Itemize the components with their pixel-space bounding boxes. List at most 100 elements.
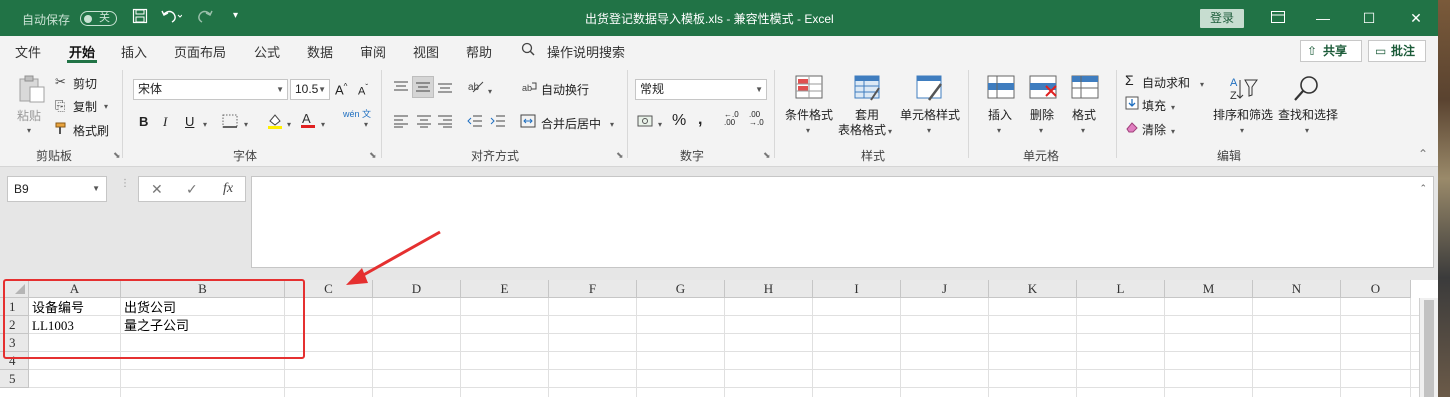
comments-button[interactable]: ▭ 批注 (1368, 40, 1426, 62)
tab-view[interactable]: 视图 (413, 42, 439, 61)
align-right-icon[interactable] (437, 114, 453, 131)
column-header-k[interactable]: K (989, 280, 1077, 298)
format-dropdown-icon[interactable]: ▾ (1081, 122, 1085, 136)
column-header-g[interactable]: G (637, 280, 725, 298)
cell-styles-button[interactable]: 单元格样式 (900, 106, 960, 123)
tab-review[interactable]: 审阅 (360, 42, 386, 61)
format-as-table-dropdown-icon[interactable]: ▾ (888, 123, 892, 137)
tab-formulas[interactable]: 公式 (254, 42, 280, 61)
orientation-icon[interactable]: ab (467, 78, 485, 97)
formula-bar-handle-icon[interactable]: ⋮ (120, 179, 130, 189)
fill-color-dropdown-icon[interactable]: ▾ (287, 116, 291, 130)
fill-color-icon[interactable] (266, 112, 284, 133)
font-name-combo[interactable]: 宋体 ▼ (133, 79, 288, 100)
comma-style-icon[interactable]: , (698, 111, 702, 129)
number-launcher-icon[interactable]: ⬊ (763, 150, 771, 161)
accounting-format-icon[interactable] (637, 114, 653, 131)
align-center-icon[interactable] (416, 114, 432, 131)
tab-insert[interactable]: 插入 (121, 42, 147, 61)
decrease-font-size-icon[interactable]: Aˇ (358, 83, 368, 98)
increase-indent-icon[interactable] (490, 114, 506, 131)
format-as-table-line2[interactable]: 表格格式 (838, 121, 886, 138)
align-left-icon[interactable] (393, 114, 409, 131)
column-header-i[interactable]: I (813, 280, 901, 298)
confirm-entry-icon[interactable]: ✓ (186, 181, 198, 198)
alignment-launcher-icon[interactable]: ⬊ (616, 150, 624, 161)
borders-dropdown-icon[interactable]: ▾ (244, 116, 248, 130)
underline-dropdown-icon[interactable]: ▾ (203, 116, 207, 130)
customize-qat-icon[interactable]: ▾ (233, 10, 238, 30)
increase-decimal-icon[interactable]: ←.0.00 (724, 111, 739, 127)
column-header-f[interactable]: F (549, 280, 637, 298)
sort-filter-button[interactable]: 排序和筛选 (1213, 106, 1273, 123)
phonetic-dropdown-icon[interactable]: ▾ (364, 116, 368, 130)
autosum-dropdown-icon[interactable]: ▾ (1200, 76, 1204, 90)
cell-styles-dropdown-icon[interactable]: ▾ (927, 122, 931, 136)
font-color-icon[interactable]: A (299, 110, 317, 133)
row-header-5[interactable]: 5 (0, 370, 29, 388)
conditional-dropdown-icon[interactable]: ▾ (806, 122, 810, 136)
underline-button[interactable]: U (185, 114, 194, 129)
insert-cells-button[interactable]: 插入 (988, 106, 1012, 123)
column-header-h[interactable]: H (725, 280, 813, 298)
tab-home[interactable]: 开始 (69, 42, 95, 61)
column-header-n[interactable]: N (1253, 280, 1341, 298)
wrap-text-button[interactable]: 自动换行 (541, 81, 589, 98)
tab-file[interactable]: 文件 (15, 42, 41, 61)
find-dropdown-icon[interactable]: ▾ (1305, 122, 1309, 136)
font-launcher-icon[interactable]: ⬊ (369, 150, 377, 161)
collapse-formula-bar-icon[interactable]: ⌃ (1419, 183, 1427, 194)
fill-button[interactable]: 填充 (1142, 97, 1166, 114)
autosave-toggle[interactable]: 关 (80, 11, 117, 26)
number-format-combo[interactable]: 常规 ▼ (635, 79, 767, 100)
undo-icon[interactable] (160, 8, 183, 28)
name-box[interactable]: B9 ▼ (7, 176, 107, 202)
login-button[interactable]: 登录 (1200, 9, 1244, 28)
maximize-icon[interactable]: ☐ (1359, 8, 1379, 28)
tell-me-search[interactable]: 操作说明搜索 (547, 42, 625, 61)
share-button[interactable]: ⇧ 共享 (1300, 40, 1362, 62)
vertical-scrollbar[interactable] (1419, 298, 1438, 397)
delete-dropdown-icon[interactable]: ▾ (1039, 122, 1043, 136)
accounting-dropdown-icon[interactable]: ▾ (658, 116, 662, 130)
ribbon-display-options-icon[interactable] (1268, 8, 1288, 28)
fill-dropdown-icon[interactable]: ▾ (1171, 99, 1175, 113)
column-header-j[interactable]: J (901, 280, 989, 298)
align-bottom-icon[interactable] (437, 80, 453, 97)
copy-dropdown-icon[interactable]: ▾ (104, 98, 108, 112)
increase-font-size-icon[interactable]: A^ (335, 82, 347, 97)
merge-dropdown-icon[interactable]: ▾ (610, 116, 614, 130)
borders-icon[interactable] (222, 114, 238, 131)
cancel-entry-icon[interactable]: ✕ (151, 181, 163, 198)
clipboard-launcher-icon[interactable]: ⬊ (113, 150, 121, 161)
find-select-button[interactable]: 查找和选择 (1278, 106, 1338, 123)
collapse-ribbon-icon[interactable]: ⌃ (1418, 147, 1428, 161)
decrease-decimal-icon[interactable]: .00 →.0 (749, 111, 764, 127)
decrease-indent-icon[interactable] (467, 114, 483, 131)
font-size-combo[interactable]: 10.5 ▼ (290, 79, 330, 100)
tab-page-layout[interactable]: 页面布局 (174, 42, 226, 61)
copy-button[interactable]: 复制 (73, 98, 97, 115)
scrollbar-thumb[interactable] (1424, 300, 1434, 397)
font-color-dropdown-icon[interactable]: ▾ (321, 116, 325, 130)
cut-button[interactable]: 剪切 (73, 75, 97, 92)
format-cells-button[interactable]: 格式 (1072, 106, 1096, 123)
align-top-icon[interactable] (393, 80, 409, 97)
column-header-l[interactable]: L (1077, 280, 1165, 298)
bold-button[interactable]: B (139, 114, 148, 129)
redo-icon[interactable] (196, 8, 218, 28)
tab-data[interactable]: 数据 (307, 42, 333, 61)
delete-cells-button[interactable]: 删除 (1030, 106, 1054, 123)
clear-dropdown-icon[interactable]: ▾ (1171, 123, 1175, 137)
clear-button[interactable]: 清除 (1142, 121, 1166, 138)
column-header-o[interactable]: O (1341, 280, 1411, 298)
orientation-dropdown-icon[interactable]: ▾ (488, 83, 492, 97)
percent-icon[interactable]: % (672, 112, 686, 130)
column-header-e[interactable]: E (461, 280, 549, 298)
sort-dropdown-icon[interactable]: ▾ (1240, 122, 1244, 136)
merge-center-button[interactable]: 合并后居中 (541, 115, 601, 132)
save-icon[interactable] (132, 8, 148, 28)
insert-dropdown-icon[interactable]: ▾ (997, 122, 1001, 136)
tab-help[interactable]: 帮助 (466, 42, 492, 61)
align-middle-icon[interactable] (412, 76, 434, 98)
